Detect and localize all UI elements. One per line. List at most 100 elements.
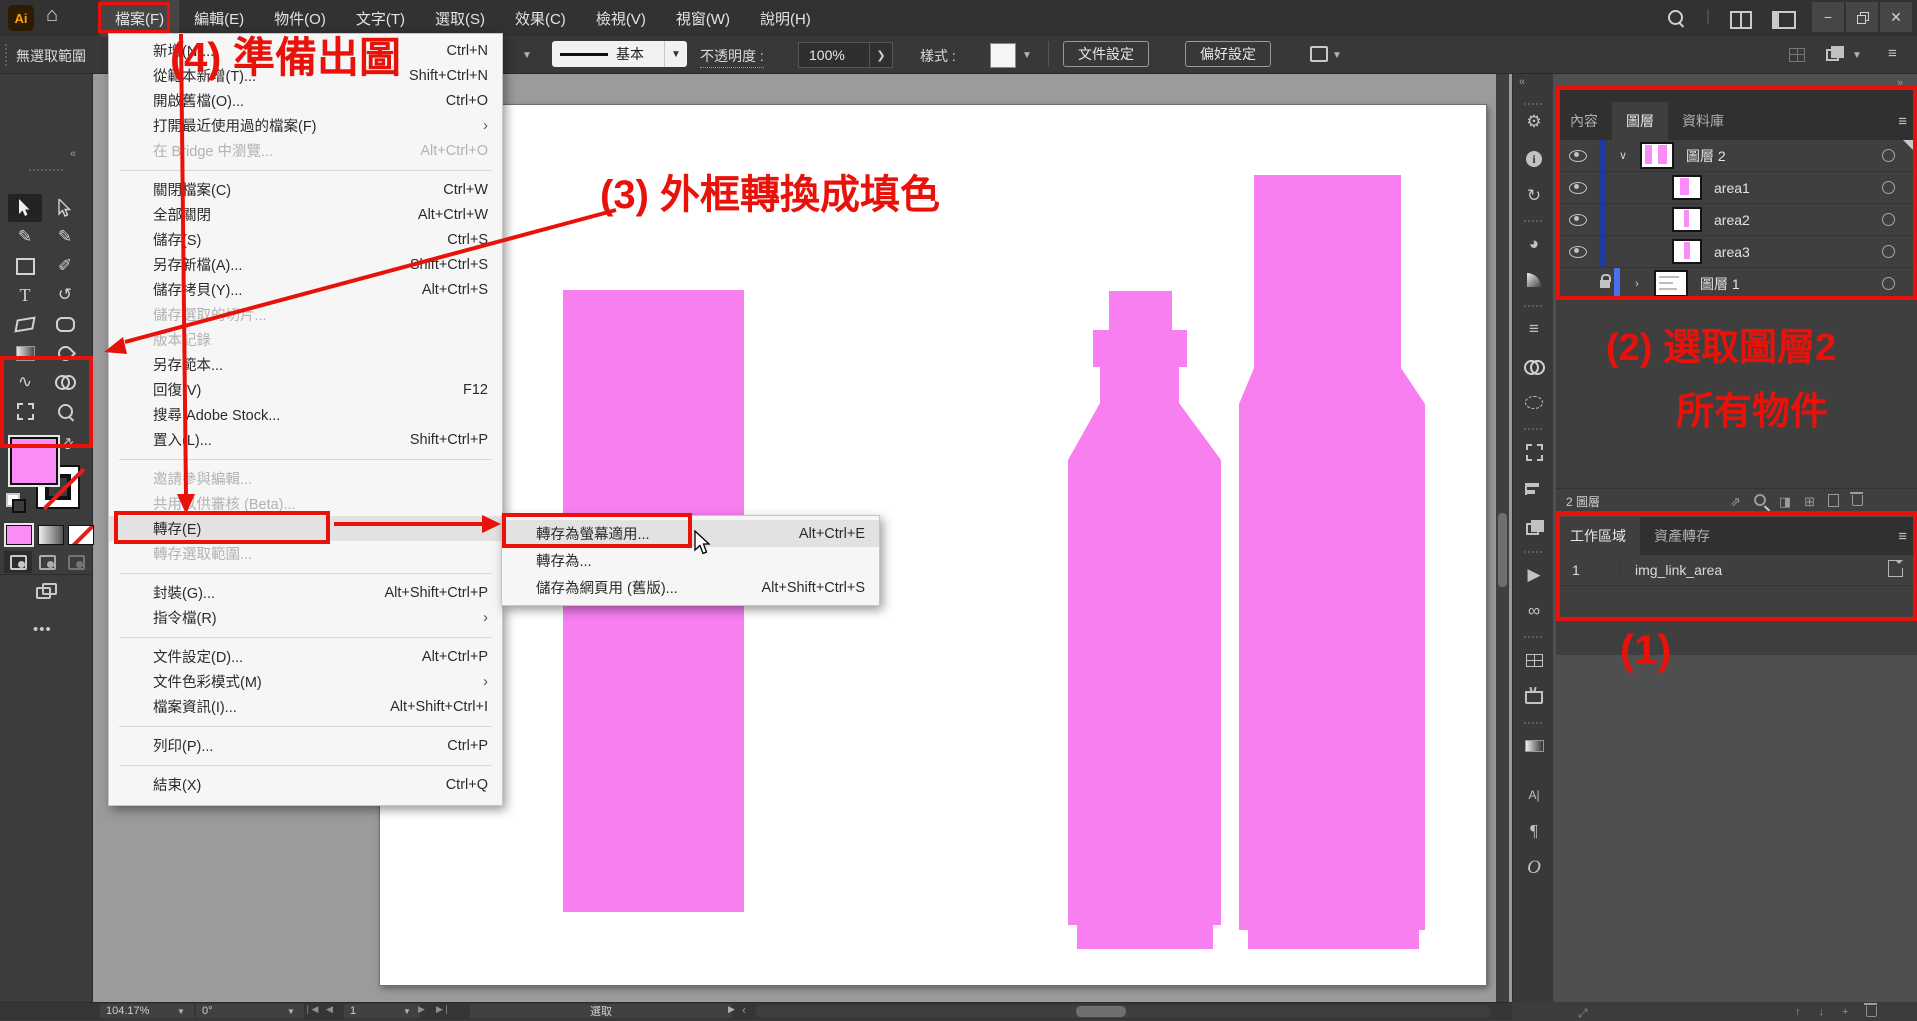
- rotation-select[interactable]: 0°: [196, 1004, 288, 1018]
- chevron-down-icon[interactable]: ▼: [522, 50, 532, 61]
- shape-area3[interactable]: [1239, 175, 1425, 949]
- eraser-tool[interactable]: [9, 311, 41, 337]
- menu-item-export-for-screens[interactable]: 轉存為螢幕適用...Alt+Ctrl+E: [502, 520, 879, 547]
- layer-name[interactable]: 圖層 2: [1686, 146, 1726, 166]
- type-tool[interactable]: T: [9, 282, 41, 308]
- pen-tool[interactable]: ✎: [9, 224, 41, 250]
- hscroll-thumb[interactable]: [1076, 1006, 1126, 1017]
- move-up-icon[interactable]: ↑: [1795, 1006, 1801, 1020]
- illustrator-logo-icon[interactable]: Ai: [8, 5, 34, 31]
- dock-grip[interactable]: [1524, 636, 1542, 640]
- artboards-panel-menu-icon[interactable]: ≡: [1898, 528, 1907, 545]
- menu-view[interactable]: 檢視(V): [581, 0, 661, 37]
- visibility-eye-icon[interactable]: [1569, 182, 1587, 194]
- gradient-panel-icon[interactable]: [1523, 391, 1545, 413]
- dock-grip[interactable]: [1524, 305, 1542, 309]
- menu-item-revert[interactable]: 回復(V)F12: [109, 377, 502, 402]
- dock-grip[interactable]: [1524, 103, 1542, 107]
- layer-thumbnail[interactable]: [1640, 142, 1674, 169]
- search-icon[interactable]: [1668, 10, 1683, 25]
- color-mode-swatch[interactable]: [6, 525, 32, 545]
- more-tools-icon[interactable]: •••: [33, 621, 52, 638]
- menu-item-save-as[interactable]: 另存新檔(A)...Shift+Ctrl+S: [109, 252, 502, 277]
- delete-layer-icon[interactable]: [1852, 494, 1863, 509]
- target-circle-icon[interactable]: [1882, 181, 1895, 194]
- collect-for-export-icon[interactable]: ⇗: [1730, 494, 1741, 510]
- menu-edit[interactable]: 編輯(E): [179, 0, 259, 37]
- close-button[interactable]: ✕: [1880, 2, 1912, 32]
- color-guide-panel-icon[interactable]: [1523, 269, 1545, 291]
- gradient-slider-panel-icon[interactable]: [1523, 735, 1545, 757]
- menu-item-new-from-template[interactable]: 從範本新增(T)...Shift+Ctrl+N: [109, 63, 502, 88]
- artboard-chevron-icon[interactable]: ▼: [394, 1004, 420, 1018]
- toolbar-grip[interactable]: [29, 169, 63, 173]
- rectangle-tool[interactable]: [9, 253, 41, 279]
- none-mode-swatch[interactable]: [68, 525, 94, 545]
- stroke-style-chevron-icon[interactable]: ▼: [664, 41, 687, 67]
- properties-panel-icon[interactable]: ⚙: [1523, 111, 1545, 133]
- control-bar-menu-icon[interactable]: ≡: [1888, 45, 1897, 62]
- add-icon[interactable]: +: [1842, 1006, 1848, 1020]
- menu-object[interactable]: 物件(O): [259, 0, 341, 37]
- align-panel-icon[interactable]: [1523, 478, 1545, 500]
- menu-item-save[interactable]: 儲存(S)Ctrl+S: [109, 227, 502, 252]
- trash-icon[interactable]: [1866, 1006, 1877, 1020]
- menu-item-package[interactable]: 封裝(G)...Alt+Shift+Ctrl+P: [109, 580, 502, 605]
- layers-panel-menu-icon[interactable]: ≡: [1898, 113, 1907, 130]
- menu-select[interactable]: 選取(S): [420, 0, 500, 37]
- artboard-row[interactable]: 1 img_link_area: [1556, 555, 1917, 586]
- layer-row-layer1[interactable]: › 圖層 1: [1556, 268, 1917, 300]
- menu-item-place[interactable]: 置入(L)...Shift+Ctrl+P: [109, 427, 502, 452]
- canvas-horizontal-scrollbar[interactable]: [756, 1005, 1490, 1018]
- make-mask-icon[interactable]: ◨: [1779, 494, 1791, 510]
- style-chevron-icon[interactable]: ▼: [1022, 50, 1032, 61]
- graphic-styles-panel-icon[interactable]: O: [1523, 857, 1545, 879]
- menu-effect[interactable]: 效果(C): [500, 0, 581, 37]
- draw-inside-mode-button[interactable]: [62, 551, 90, 573]
- curvature-tool[interactable]: ✎: [49, 224, 81, 250]
- export-panel-icon[interactable]: [1523, 649, 1545, 671]
- dock-grip[interactable]: [1524, 428, 1542, 432]
- menu-item-save-for-web[interactable]: 儲存為網頁用 (舊版)...Alt+Shift+Ctrl+S: [502, 574, 879, 601]
- collapse-dock-icon[interactable]: «: [1519, 76, 1525, 88]
- zoom-level-select[interactable]: 104.17%: [100, 1004, 178, 1018]
- object-thumbnail[interactable]: [1672, 239, 1702, 264]
- target-circle-icon[interactable]: [1882, 149, 1895, 162]
- layer-thumbnail[interactable]: [1654, 270, 1688, 297]
- preferences-button[interactable]: 偏好設定: [1185, 41, 1271, 67]
- menu-item-file-info[interactable]: 檔案資訊(I)...Alt+Shift+Ctrl+I: [109, 694, 502, 719]
- menu-item-scripts[interactable]: 指令檔(R)›: [109, 605, 502, 630]
- new-layer-icon[interactable]: [1828, 494, 1839, 510]
- target-circle-icon[interactable]: [1882, 213, 1895, 226]
- menu-item-save-copy[interactable]: 儲存拷貝(Y)...Alt+Ctrl+S: [109, 277, 502, 302]
- arrange-documents-icon[interactable]: [1772, 11, 1796, 29]
- dock-grip[interactable]: [1524, 220, 1542, 224]
- menu-item-exit[interactable]: 結束(X)Ctrl+Q: [109, 772, 502, 797]
- chevron-down-icon[interactable]: ∨: [1606, 149, 1640, 162]
- snap-options-icon[interactable]: [1826, 46, 1842, 59]
- vscroll-thumb[interactable]: [1498, 513, 1507, 587]
- dock-grip[interactable]: [1524, 551, 1542, 555]
- canvas-vertical-scrollbar[interactable]: [1496, 73, 1509, 1002]
- opacity-input[interactable]: 100%: [798, 42, 880, 68]
- first-artboard-icon[interactable]: ❘◀: [304, 1004, 318, 1015]
- layer-row-area3[interactable]: area3: [1556, 236, 1917, 268]
- draw-behind-mode-button[interactable]: [33, 551, 61, 573]
- select-similar-icon[interactable]: [1310, 46, 1328, 62]
- eyedropper-tool[interactable]: [49, 340, 81, 366]
- tab-artboards[interactable]: 工作區域: [1556, 517, 1640, 555]
- status-expand-icon[interactable]: ▶: [728, 1004, 735, 1015]
- layer-name[interactable]: 圖層 1: [1700, 274, 1740, 294]
- object-name[interactable]: area1: [1714, 180, 1750, 196]
- stroke-panel-icon[interactable]: ≡: [1523, 318, 1545, 340]
- menu-item-export-as[interactable]: 轉存為...: [502, 547, 879, 574]
- draw-normal-mode-button[interactable]: [4, 551, 32, 573]
- artboard-page-icon[interactable]: [1888, 560, 1903, 580]
- paintbrush-tool[interactable]: ✐: [49, 253, 81, 279]
- dock-grip[interactable]: [1524, 722, 1542, 726]
- shaper-tool[interactable]: [49, 311, 81, 337]
- menu-window[interactable]: 視窗(W): [661, 0, 745, 37]
- prev-artboard-icon[interactable]: ◀: [326, 1004, 333, 1015]
- object-name[interactable]: area2: [1714, 212, 1750, 228]
- menu-file[interactable]: 檔案(F): [100, 0, 179, 37]
